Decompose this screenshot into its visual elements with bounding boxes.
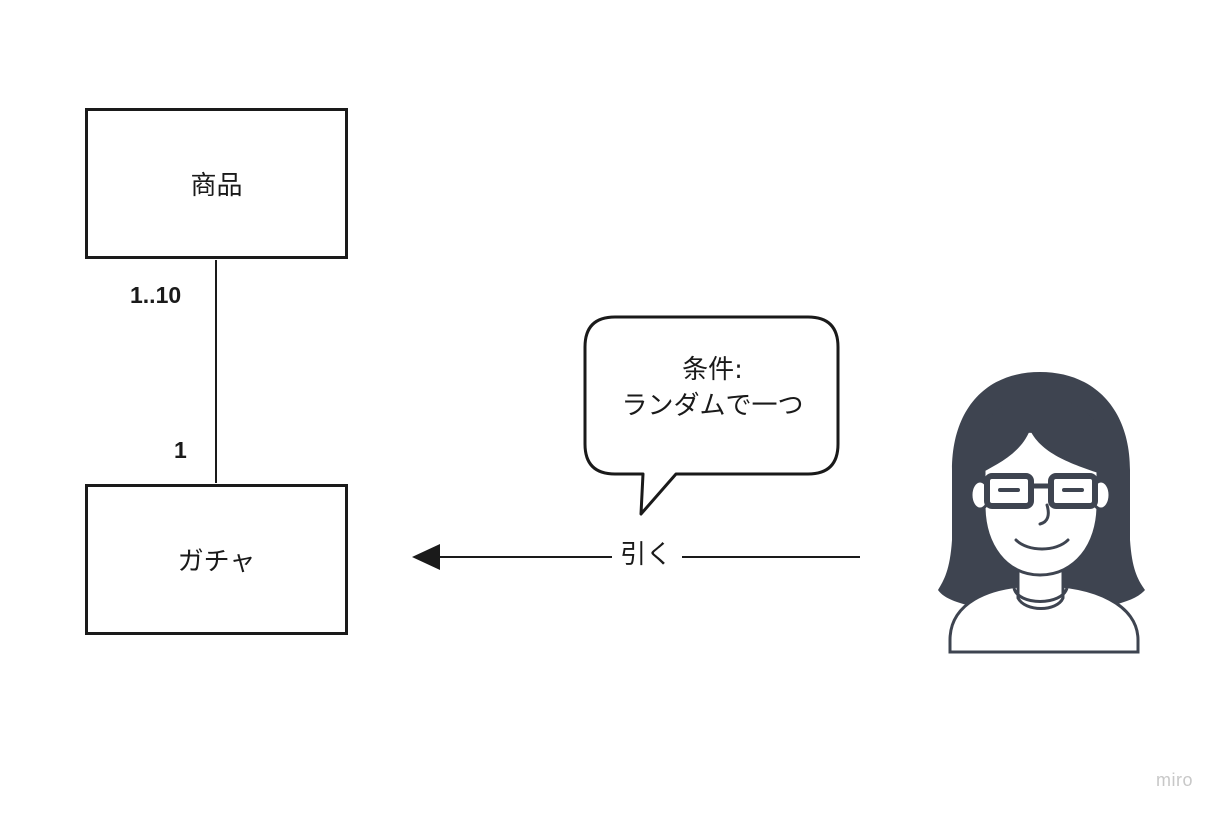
- entity-product-label: 商品: [190, 171, 243, 201]
- diagram-canvas: 商品 ガチャ 1..10 1 条件: ランダムで一つ 引く miro: [0, 0, 1224, 816]
- speech-bubble-text: 条件: ランダムで一つ: [590, 352, 835, 424]
- entity-product[interactable]: 商品: [85, 108, 348, 259]
- entity-gacha-label: ガチャ: [177, 547, 256, 577]
- entity-gacha[interactable]: ガチャ: [85, 484, 348, 635]
- arrow-head-icon: [412, 544, 440, 570]
- speech-bubble-line-1: 条件:: [682, 355, 743, 385]
- miro-watermark: miro: [1156, 770, 1193, 790]
- draw-action-label: 引く: [612, 538, 680, 572]
- multiplicity-product-end: 1..10: [130, 282, 182, 308]
- woman-with-glasses-avatar-icon: [938, 372, 1145, 654]
- speech-bubble-line-2: ランダムで一つ: [621, 391, 804, 421]
- multiplicity-gacha-end: 1: [174, 437, 187, 463]
